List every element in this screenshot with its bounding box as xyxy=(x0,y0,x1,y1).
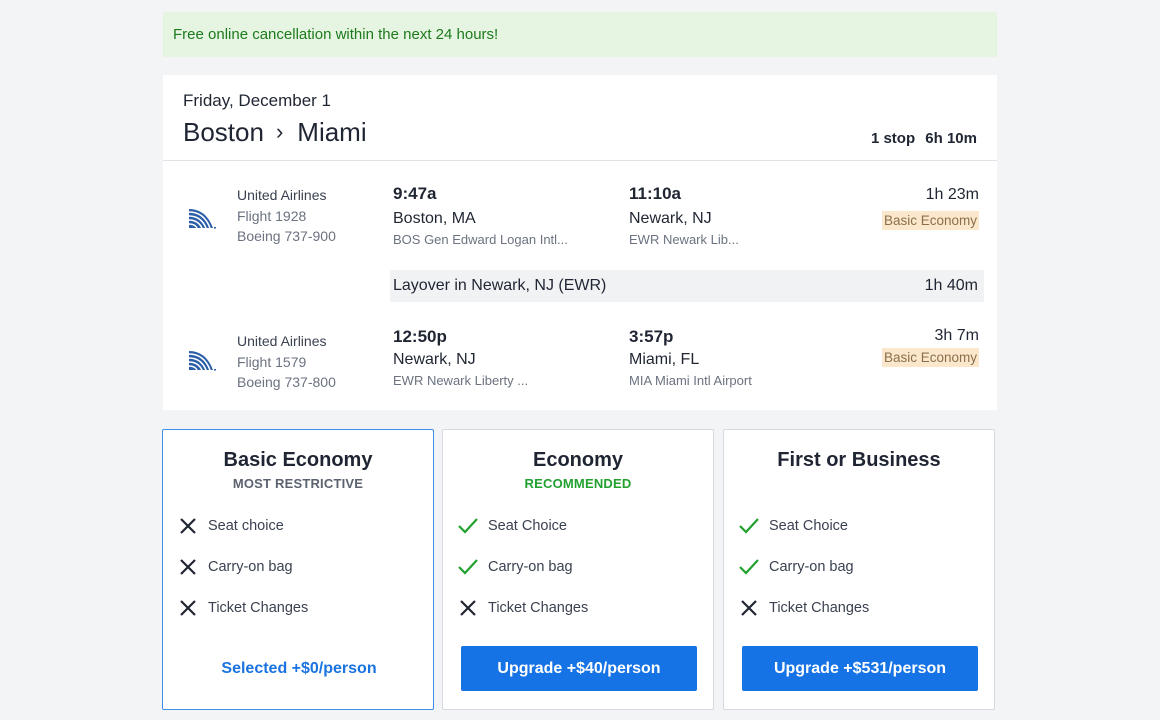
banner-text: Free online cancellation within the next… xyxy=(173,26,499,43)
fare-feature: Seat choice xyxy=(177,515,284,537)
destination-city: Miami xyxy=(297,117,367,147)
aircraft-type: Boeing 737-900 xyxy=(237,228,336,244)
fare-feature: Carry-on bag xyxy=(738,556,854,578)
fare-title: Economy xyxy=(532,449,624,471)
fare-class-badge: Basic Economy xyxy=(881,211,979,230)
check-icon xyxy=(457,556,479,578)
fare-class-badge: Basic Economy xyxy=(881,348,979,367)
origin-city: Boston xyxy=(183,117,264,147)
fare-feature-label: Carry-on bag xyxy=(769,559,854,575)
segment-duration: 1h 23m xyxy=(925,186,979,203)
fare-title: Basic Economy xyxy=(223,449,373,471)
x-icon xyxy=(177,597,199,619)
arrival-city: Miami, FL xyxy=(629,351,700,368)
flight-details-card: Friday, December 1 Boston › Miami 1 stop… xyxy=(163,75,997,410)
fare-subtitle: RECOMMENDED xyxy=(524,476,632,491)
selected-fare-button[interactable]: Selected +$0/person xyxy=(181,646,417,691)
united-airlines-logo xyxy=(186,200,218,232)
arrival-info: 3:57p Miami, FL MIA Miami Intl Airport xyxy=(629,327,859,388)
arrival-time: 11:10a xyxy=(629,184,681,203)
flight-number: Flight 1579 xyxy=(237,353,307,370)
upgrade-first-business-button[interactable]: Upgrade +$531/person xyxy=(742,646,978,691)
segment-duration: 3h 7m xyxy=(934,327,979,344)
airline-name: United Airlines xyxy=(237,187,327,203)
fare-feature-label: Ticket Changes xyxy=(208,600,309,616)
arrival-airport: EWR Newark Lib... xyxy=(629,232,739,247)
check-icon xyxy=(738,556,760,578)
arrival-airport: MIA Miami Intl Airport xyxy=(629,373,752,388)
trip-summary: 1 stop 6h 10m xyxy=(871,130,977,147)
fare-feature: Carry-on bag xyxy=(457,556,573,578)
fare-feature-label: Ticket Changes xyxy=(769,600,870,616)
fare-card-first-business[interactable]: First or Business Seat Choice Carry-on b… xyxy=(723,429,995,710)
flight-number: Flight 1928 xyxy=(237,207,307,224)
fare-subtitle: MOST RESTRICTIVE xyxy=(232,476,364,491)
cancellation-banner: Free online cancellation within the next… xyxy=(163,12,997,57)
fare-feature-label: Seat choice xyxy=(208,518,284,534)
fare-feature-label: Carry-on bag xyxy=(208,559,293,575)
fare-card-economy[interactable]: Economy RECOMMENDED Seat Choice Carry-on… xyxy=(442,429,714,710)
united-airlines-logo xyxy=(186,342,218,374)
itinerary: Free online cancellation within the next… xyxy=(163,12,997,410)
fare-feature: Ticket Changes xyxy=(738,597,869,619)
airline-name: United Airlines xyxy=(237,333,327,349)
fare-title: First or Business xyxy=(777,449,941,471)
layover-text: Layover in Newark, NJ (EWR) xyxy=(393,277,607,294)
departure-time: 9:47a xyxy=(393,184,437,203)
segment-duration-block: 1h 23m Basic Economy xyxy=(881,186,979,230)
chevron-right-icon: › xyxy=(275,118,284,144)
departure-airport: BOS Gen Edward Logan Intl... xyxy=(393,232,568,247)
airline-info: United Airlines Flight 1928 Boeing 737-9… xyxy=(237,185,336,247)
fare-feature-label: Ticket Changes xyxy=(488,600,589,616)
fare-feature: Carry-on bag xyxy=(177,556,293,578)
arrival-city: Newark, NJ xyxy=(629,210,712,227)
check-icon xyxy=(457,515,479,537)
arrival-time: 3:57p xyxy=(629,327,674,346)
trip-route: Boston › Miami xyxy=(183,117,367,148)
aircraft-type: Boeing 737-800 xyxy=(237,374,336,390)
x-icon xyxy=(738,597,760,619)
fare-feature-label: Seat Choice xyxy=(769,518,848,534)
airline-info: United Airlines Flight 1579 Boeing 737-8… xyxy=(237,331,336,393)
card-header: Friday, December 1 Boston › Miami 1 stop… xyxy=(163,75,997,161)
flight-segment: United Airlines Flight 1928 Boeing 737-9… xyxy=(163,179,997,269)
departure-city: Newark, NJ xyxy=(393,351,476,368)
fare-feature-label: Carry-on bag xyxy=(488,559,573,575)
fare-feature-label: Seat Choice xyxy=(488,518,567,534)
departure-info: 9:47a Boston, MA BOS Gen Edward Logan In… xyxy=(393,184,623,247)
total-duration: 6h 10m xyxy=(925,130,977,147)
upgrade-economy-button[interactable]: Upgrade +$40/person xyxy=(461,646,697,691)
departure-city: Boston, MA xyxy=(393,210,476,227)
layover-bar: Layover in Newark, NJ (EWR) 1h 40m xyxy=(390,270,984,302)
layover-duration: 1h 40m xyxy=(924,277,978,294)
segment-duration-block: 3h 7m Basic Economy xyxy=(881,327,979,367)
fare-feature: Ticket Changes xyxy=(457,597,588,619)
fare-feature: Seat Choice xyxy=(457,515,567,537)
departure-airport: EWR Newark Liberty ... xyxy=(393,373,529,388)
fare-feature: Seat Choice xyxy=(738,515,848,537)
x-icon xyxy=(177,515,199,537)
departure-time: 12:50p xyxy=(393,327,447,346)
trip-date: Friday, December 1 xyxy=(183,91,332,110)
fare-card-basic-economy[interactable]: Basic Economy MOST RESTRICTIVE Seat choi… xyxy=(162,429,434,710)
departure-info: 12:50p Newark, NJ EWR Newark Liberty ... xyxy=(393,327,623,388)
x-icon xyxy=(177,556,199,578)
check-icon xyxy=(738,515,760,537)
flight-segment: United Airlines Flight 1579 Boeing 737-8… xyxy=(163,317,997,407)
x-icon xyxy=(457,597,479,619)
stops-count: 1 stop xyxy=(870,130,916,147)
arrival-info: 11:10a Newark, NJ EWR Newark Lib... xyxy=(629,184,859,247)
fare-feature: Ticket Changes xyxy=(177,597,308,619)
